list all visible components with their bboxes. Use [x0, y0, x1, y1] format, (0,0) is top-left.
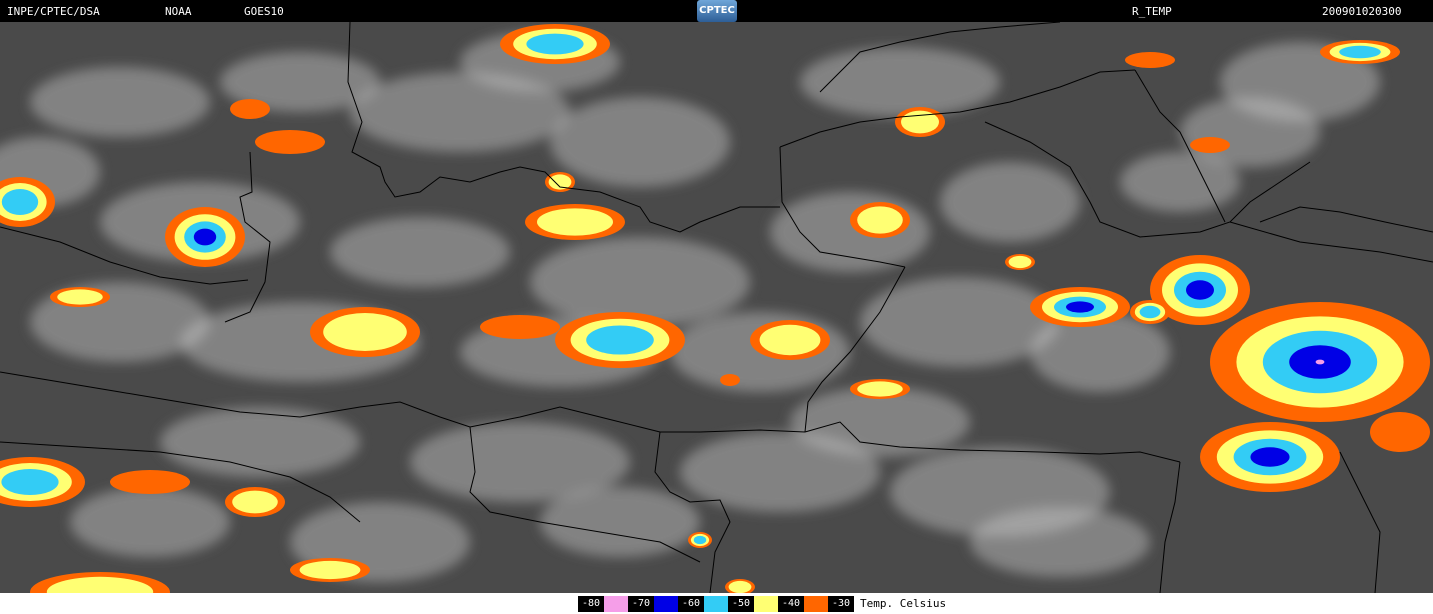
cold-top-contour	[299, 560, 361, 580]
cloud-patch	[1120, 152, 1240, 212]
source-label: INPE/CPTEC/DSA	[7, 5, 100, 18]
cloud-patch	[550, 97, 730, 187]
cold-top-contour	[586, 325, 654, 355]
product-label: R_TEMP	[1132, 5, 1172, 18]
legend-swatch	[654, 596, 678, 612]
cptec-logo: CPTEC	[697, 0, 737, 22]
cold-top-contour	[193, 228, 217, 246]
cloud-patch	[860, 277, 1060, 367]
legend-swatch	[754, 596, 778, 612]
cloud-patch	[330, 217, 510, 287]
cold-top-contour	[526, 33, 584, 55]
cold-top-contour	[720, 374, 740, 386]
legend-title: Temp. Celsius	[860, 597, 947, 610]
cold-top-contour	[230, 99, 270, 119]
cold-top-contour	[857, 206, 903, 234]
cold-top-contour	[1008, 255, 1032, 269]
cold-top-contour	[480, 315, 560, 339]
legend-label: -80	[578, 596, 604, 612]
satellite-map	[0, 22, 1433, 593]
legend-swatch	[804, 596, 828, 612]
legend-label: -50	[728, 596, 754, 612]
legend-swatch	[704, 596, 728, 612]
cold-top-contour	[1339, 45, 1381, 59]
cloud-patch	[940, 162, 1080, 242]
legend-swatch	[604, 596, 628, 612]
cold-top-contour	[1139, 305, 1161, 319]
cold-top-contour	[255, 130, 325, 154]
satellite-label: GOES10	[244, 5, 284, 18]
cloud-patch	[160, 407, 360, 477]
legend-label: -40	[778, 596, 804, 612]
cold-top-contour	[1190, 137, 1230, 153]
cold-top-contour	[323, 313, 407, 351]
cold-top-contour	[1125, 52, 1175, 68]
timestamp-label: 200901020300	[1322, 5, 1402, 18]
cold-top-contour	[1, 189, 39, 215]
logo-text: CPTEC	[699, 5, 735, 16]
cold-top-contour	[1250, 447, 1290, 467]
cold-top-contour	[1066, 301, 1094, 313]
cloud-patch	[70, 487, 230, 557]
cloud-patch	[770, 192, 930, 272]
temperature-legend: -80 -70 -60 -50 -40 -30 Temp. Celsius	[0, 593, 1433, 614]
cold-top-contour	[1, 469, 59, 495]
cold-top-contour	[1186, 280, 1214, 300]
legend-label: -60	[678, 596, 704, 612]
cold-top-contour	[232, 490, 278, 514]
cold-top-contour	[759, 324, 821, 356]
header-bar: INPE/CPTEC/DSA NOAA GOES10 CPTEC R_TEMP …	[0, 0, 1433, 22]
cold-top-contour	[857, 381, 903, 397]
cold-top-contour	[57, 289, 103, 305]
legend-label: -70	[628, 596, 654, 612]
cold-top-contour	[1315, 359, 1325, 365]
cold-top-contour	[1370, 412, 1430, 452]
cold-top-contour	[728, 580, 752, 593]
cloud-patch	[30, 67, 210, 137]
cloud-patch	[540, 487, 700, 557]
cold-top-contour	[537, 208, 613, 236]
agency-label: NOAA	[165, 5, 192, 18]
legend-label: -30	[828, 596, 854, 612]
cold-top-contour	[693, 535, 707, 545]
cloud-patch	[970, 507, 1150, 577]
cold-top-contour	[110, 470, 190, 494]
